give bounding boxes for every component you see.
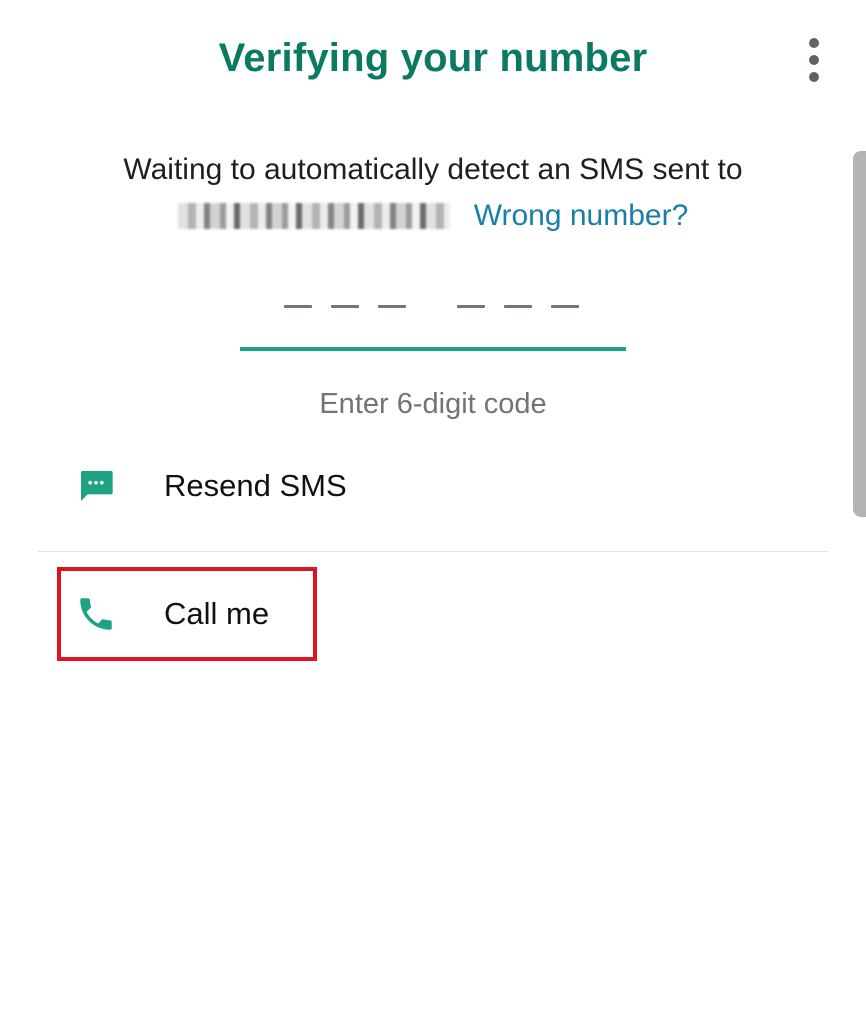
more-options-button[interactable]: [800, 38, 828, 82]
call-me-label: Call me: [164, 596, 270, 631]
phone-icon: [72, 590, 120, 638]
code-digit-slot: [504, 305, 532, 308]
page-title: Verifying your number: [218, 36, 648, 80]
sms-detect-description: Waiting to automatically detect an SMS s…: [123, 153, 743, 186]
code-digit-slot: [284, 305, 312, 308]
resend-sms-label: Resend SMS: [164, 468, 347, 503]
phone-number-row: Wrong number?: [0, 196, 866, 236]
verification-code-input[interactable]: [240, 290, 626, 352]
more-vert-icon-dot: [809, 72, 819, 82]
call-me-button[interactable]: Call me: [72, 586, 269, 642]
code-digit-slots: [284, 305, 598, 308]
divider: [38, 551, 828, 552]
code-digit-slot: [457, 305, 485, 308]
more-vert-icon-dot: [809, 55, 819, 65]
wrong-number-link[interactable]: Wrong number?: [474, 199, 689, 232]
code-input-underline: [240, 347, 626, 351]
code-digit-slot: [378, 305, 406, 308]
more-vert-icon: [809, 38, 819, 48]
message-icon: [72, 462, 120, 510]
resend-sms-button[interactable]: Resend SMS: [72, 458, 347, 514]
code-digit-slot: [331, 305, 359, 308]
masked-phone-number: [177, 203, 450, 229]
code-hint: Enter 6-digit code: [319, 388, 547, 420]
code-digit-slot: [551, 305, 579, 308]
